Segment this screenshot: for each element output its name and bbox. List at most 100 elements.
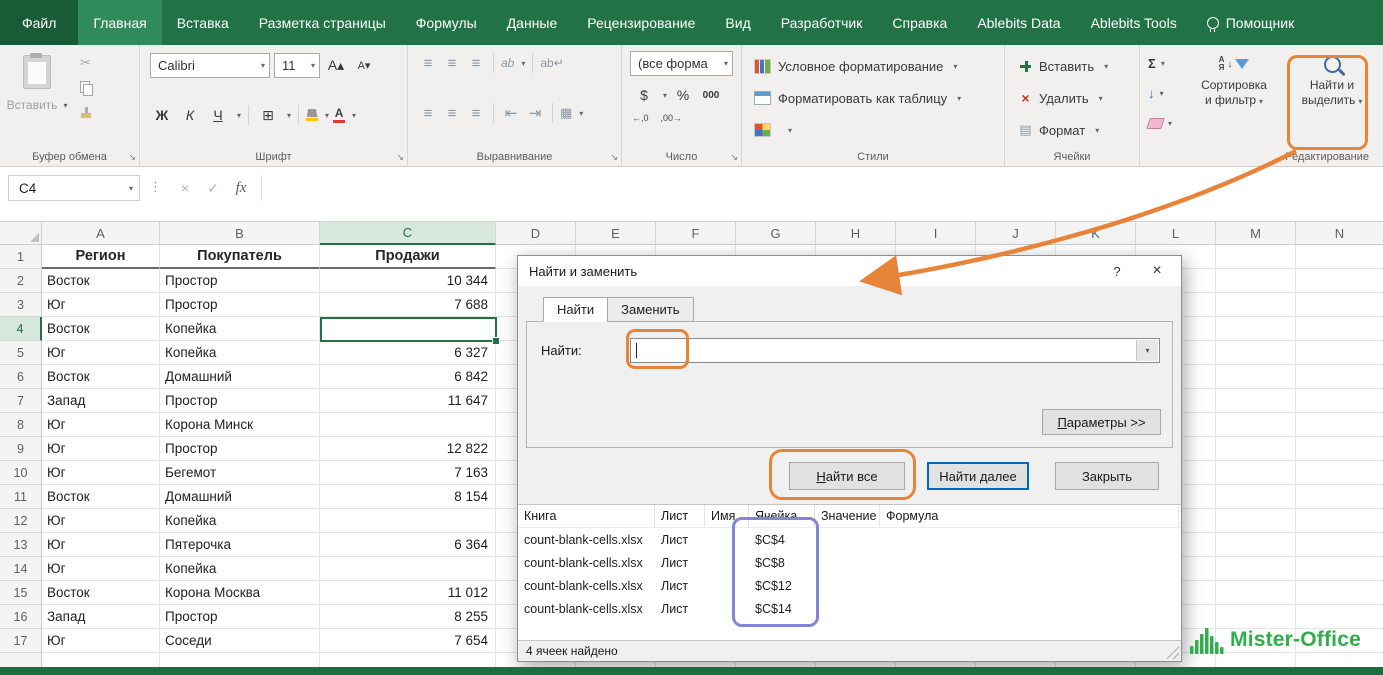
conditional-formatting-button[interactable]: Условное форматирование ▾ <box>754 53 957 79</box>
cell-B2[interactable]: Простор <box>160 269 320 293</box>
results-header-Книга[interactable]: Книга <box>518 505 655 527</box>
row-header-14[interactable]: 14 <box>0 557 42 581</box>
cell-B3[interactable]: Простор <box>160 293 320 317</box>
cut-icon[interactable]: ✂ <box>80 55 94 71</box>
results-header-Формула[interactable]: Формула <box>880 505 1179 527</box>
insert-cells-button[interactable]: Вставить ▾ <box>1019 53 1108 79</box>
find-select-button[interactable]: Найти и выделить▾ <box>1288 50 1376 109</box>
orientation-dropdown-icon[interactable]: ▾ <box>521 59 525 68</box>
column-header-C[interactable]: C <box>320 222 496 245</box>
result-row-$C$8[interactable]: count-blank-cells.xlsxЛист$C$8 <box>518 551 1181 574</box>
cell-A9[interactable]: Юг <box>42 437 160 461</box>
merge-center-icon[interactable]: ▦ <box>560 105 572 121</box>
column-header-J[interactable]: J <box>976 222 1056 245</box>
cell[interactable] <box>1296 365 1383 389</box>
cell[interactable] <box>1216 269 1296 293</box>
font-size-combo[interactable]: 11▾ <box>274 53 320 78</box>
row-header-9[interactable]: 9 <box>0 437 42 461</box>
cell[interactable] <box>1296 245 1383 269</box>
ribbon-tab-Справка[interactable]: Справка <box>877 0 962 45</box>
fill-color-dropdown-icon[interactable]: ▾ <box>325 111 329 120</box>
cell-B17[interactable]: Соседи <box>160 629 320 653</box>
cell-B7[interactable]: Простор <box>160 389 320 413</box>
row-header-10[interactable]: 10 <box>0 461 42 485</box>
cell[interactable] <box>1216 365 1296 389</box>
cell-C11[interactable]: 8 154 <box>320 485 496 509</box>
ribbon-tab-Данные[interactable]: Данные <box>492 0 573 45</box>
cell-B12[interactable]: Копейка <box>160 509 320 533</box>
name-box[interactable]: C4▾ <box>8 175 140 201</box>
cell-B10[interactable]: Бегемот <box>160 461 320 485</box>
borders-button[interactable]: ⊞ <box>256 103 280 127</box>
cell[interactable] <box>1296 437 1383 461</box>
align-top-icon[interactable]: ≡ <box>418 55 438 72</box>
dialog-help-button[interactable]: ? <box>1099 264 1135 279</box>
align-bottom-icon[interactable]: ≡ <box>466 55 486 72</box>
find-input[interactable]: ▾ <box>630 338 1160 363</box>
cell[interactable] <box>1216 341 1296 365</box>
resize-grip[interactable] <box>1166 646 1179 659</box>
column-header-H[interactable]: H <box>816 222 896 245</box>
fill-button[interactable]: ↓ ▾ <box>1148 83 1164 103</box>
cell[interactable] <box>1216 437 1296 461</box>
result-row-$C$4[interactable]: count-blank-cells.xlsxЛист$C$4 <box>518 528 1181 551</box>
cancel-icon[interactable]: × <box>171 175 199 201</box>
row-header-11[interactable]: 11 <box>0 485 42 509</box>
cell-C17[interactable]: 7 654 <box>320 629 496 653</box>
row-header-12[interactable]: 12 <box>0 509 42 533</box>
cell-A8[interactable]: Юг <box>42 413 160 437</box>
cell-C2[interactable]: 10 344 <box>320 269 496 293</box>
results-header-Ячейка[interactable]: Ячейка <box>749 505 815 527</box>
cell-B1[interactable]: Покупатель <box>160 245 320 269</box>
cell-A5[interactable]: Юг <box>42 341 160 365</box>
align-left-icon[interactable]: ≡ <box>418 105 438 122</box>
alignment-dialog-launcher[interactable]: ↘ <box>610 153 618 162</box>
results-header-Значение[interactable]: Значение <box>815 505 880 527</box>
format-cells-button[interactable]: ▤ Формат ▾ <box>1019 117 1099 143</box>
cell-B9[interactable]: Простор <box>160 437 320 461</box>
cell[interactable] <box>1216 293 1296 317</box>
dialog-title-bar[interactable]: Найти и заменить ? × <box>518 256 1181 286</box>
column-header-G[interactable]: G <box>736 222 816 245</box>
row-header-8[interactable]: 8 <box>0 413 42 437</box>
align-middle-icon[interactable]: ≡ <box>442 55 462 72</box>
cell[interactable] <box>1296 557 1383 581</box>
cell[interactable] <box>1216 533 1296 557</box>
underline-button[interactable]: Ч <box>206 103 230 127</box>
select-all-corner[interactable] <box>0 222 42 245</box>
cell[interactable] <box>1216 317 1296 341</box>
cell[interactable] <box>1296 341 1383 365</box>
cell[interactable] <box>1216 461 1296 485</box>
delete-cells-button[interactable]: × Удалить ▾ <box>1019 85 1103 111</box>
tab-replace[interactable]: Заменить <box>607 297 693 322</box>
cell-C8[interactable] <box>320 413 496 437</box>
cell-A11[interactable]: Восток <box>42 485 160 509</box>
paste-button[interactable]: Вставить▾ <box>8 51 66 149</box>
cell-C9[interactable]: 12 822 <box>320 437 496 461</box>
column-header-B[interactable]: B <box>160 222 320 245</box>
copy-icon[interactable] <box>80 80 94 96</box>
cell-B4[interactable]: Копейка <box>160 317 320 341</box>
result-row-$C$12[interactable]: count-blank-cells.xlsxЛист$C$12 <box>518 574 1181 597</box>
format-painter-icon[interactable] <box>80 105 94 121</box>
cell-C1[interactable]: Продажи <box>320 245 496 269</box>
results-header-Имя[interactable]: Имя <box>705 505 749 527</box>
cell-C5[interactable]: 6 327 <box>320 341 496 365</box>
comma-format-button[interactable]: 000 <box>699 83 723 107</box>
cell-B8[interactable]: Корона Минск <box>160 413 320 437</box>
column-header-L[interactable]: L <box>1136 222 1216 245</box>
ribbon-tab-Помощник[interactable]: Помощник <box>1192 0 1309 45</box>
find-all-button[interactable]: Найти все <box>789 462 905 490</box>
row-header-17[interactable]: 17 <box>0 629 42 653</box>
dialog-close-icon[interactable]: × <box>1135 262 1179 280</box>
ribbon-tab-Главная[interactable]: Главная <box>78 0 161 45</box>
cell[interactable] <box>1296 317 1383 341</box>
cell-B16[interactable]: Простор <box>160 605 320 629</box>
column-header-A[interactable]: A <box>42 222 160 245</box>
align-center-icon[interactable]: ≡ <box>442 105 462 122</box>
borders-dropdown-icon[interactable]: ▾ <box>287 111 291 120</box>
cell-C10[interactable]: 7 163 <box>320 461 496 485</box>
cell-A10[interactable]: Юг <box>42 461 160 485</box>
cell-B15[interactable]: Корона Москва <box>160 581 320 605</box>
ribbon-tab-Файл[interactable]: Файл <box>0 0 78 45</box>
